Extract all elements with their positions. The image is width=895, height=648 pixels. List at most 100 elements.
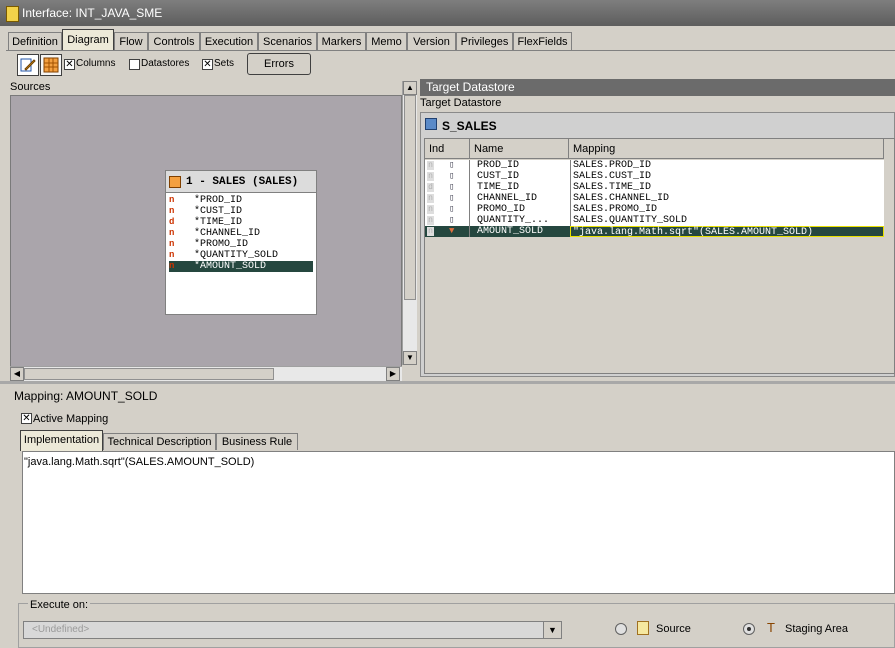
target-column-mapping[interactable]: SALES.CUST_ID bbox=[570, 171, 884, 182]
target-row[interactable]: d ▯ TIME_ID SALES.TIME_ID bbox=[425, 182, 884, 193]
indicator-icon: n bbox=[427, 194, 434, 203]
indicator-icon: n bbox=[427, 161, 434, 170]
target-column-mapping[interactable]: SALES.TIME_ID bbox=[570, 182, 884, 193]
errors-button[interactable]: Errors bbox=[247, 53, 311, 75]
column-name: *QUANTITY_SOLD bbox=[194, 250, 279, 261]
source-column-row[interactable]: n *PROD_ID bbox=[169, 195, 313, 206]
scroll-thumb[interactable] bbox=[404, 95, 416, 300]
tab-scenarios[interactable]: Scenarios bbox=[258, 32, 317, 50]
column-name: *PROMO_ID bbox=[194, 239, 249, 250]
tab-version[interactable]: Version bbox=[407, 32, 456, 50]
indicator-icon: d bbox=[427, 183, 434, 192]
datastores-checkbox[interactable] bbox=[129, 59, 140, 70]
target-row[interactable]: n ▯ QUANTITY_... SALES.QUANTITY_SOLD bbox=[425, 215, 884, 226]
tab-privileges[interactable]: Privileges bbox=[456, 32, 513, 50]
tab-controls[interactable]: Controls bbox=[148, 32, 200, 50]
scroll-down-icon[interactable]: ▼ bbox=[403, 351, 417, 365]
type-flag-icon: n bbox=[169, 228, 175, 238]
tab-diagram[interactable]: Diagram bbox=[62, 29, 114, 51]
tab-divider bbox=[6, 50, 895, 51]
target-subtitle: Target Datastore bbox=[420, 97, 502, 109]
column-name: *TIME_ID bbox=[194, 217, 243, 228]
target-column-mapping[interactable]: SALES.PROMO_ID bbox=[570, 204, 884, 215]
mapping-expression-editor[interactable]: "java.lang.Math.sqrt"(SALES.AMOUNT_SOLD) bbox=[22, 451, 895, 594]
source-column-row[interactable]: n *PROMO_ID bbox=[169, 239, 313, 250]
target-column-name: QUANTITY_... bbox=[477, 215, 550, 226]
indicator-icon: n bbox=[427, 227, 434, 236]
source-label: Source bbox=[656, 623, 691, 635]
column-icon: ▯ bbox=[449, 182, 455, 192]
execute-on-select[interactable]: <Undefined> bbox=[23, 621, 562, 639]
execute-on-label: Execute on: bbox=[28, 599, 91, 611]
column-name: *PROD_ID bbox=[194, 195, 243, 206]
tab-markers[interactable]: Markers bbox=[317, 32, 366, 50]
edit-mapping-icon[interactable] bbox=[17, 54, 39, 76]
column-name: *CHANNEL_ID bbox=[194, 228, 261, 239]
tab-technical-description[interactable]: Technical Description bbox=[103, 433, 216, 450]
scroll-left-icon[interactable]: ◀ bbox=[10, 367, 24, 381]
key-column-icon: ▼ bbox=[449, 226, 455, 236]
indicator-icon: n bbox=[427, 205, 434, 214]
column-icon: ▯ bbox=[449, 215, 455, 225]
column-header-name[interactable]: Name bbox=[470, 139, 569, 159]
source-column-row[interactable]: n *CUST_ID bbox=[169, 206, 313, 217]
mapping-title: Mapping: AMOUNT_SOLD bbox=[14, 389, 158, 403]
type-flag-icon: n bbox=[169, 261, 175, 271]
tab-memo[interactable]: Memo bbox=[366, 32, 407, 50]
target-row[interactable]: n ▯ CHANNEL_ID SALES.CHANNEL_ID bbox=[425, 193, 884, 204]
target-column-mapping[interactable]: SALES.CHANNEL_ID bbox=[570, 193, 884, 204]
columns-checkbox[interactable]: ✕ bbox=[64, 59, 75, 70]
source-icon bbox=[637, 621, 649, 635]
staging-area-icon: T bbox=[767, 620, 775, 635]
type-flag-icon: n bbox=[169, 195, 175, 205]
grid-view-icon[interactable] bbox=[40, 54, 62, 76]
h-scroll-thumb[interactable] bbox=[24, 368, 274, 380]
target-row[interactable]: n ▯ PROD_ID SALES.PROD_ID bbox=[425, 160, 884, 171]
target-column-name: CHANNEL_ID bbox=[477, 193, 538, 204]
type-flag-icon: d bbox=[169, 217, 175, 227]
source-datastore-box[interactable]: 1 - SALES (SALES) n *PROD_ID n *CUST_ID d *… bbox=[165, 170, 317, 315]
tab-flow[interactable]: Flow bbox=[114, 32, 148, 50]
sources-horizontal-scrollbar[interactable]: ◀ ▶ bbox=[10, 366, 402, 381]
sets-checkbox[interactable]: ✕ bbox=[202, 59, 213, 70]
target-column-name: PROMO_ID bbox=[477, 204, 526, 215]
target-column-mapping[interactable]: "java.lang.Math.sqrt"(SALES.AMOUNT_SOLD) bbox=[570, 226, 884, 238]
tab-definition[interactable]: Definition bbox=[8, 32, 62, 50]
target-panel-title: Target Datastore bbox=[420, 79, 895, 96]
target-column-mapping[interactable]: SALES.PROD_ID bbox=[570, 160, 884, 171]
type-flag-icon: n bbox=[169, 239, 175, 249]
source-column-row[interactable]: n *CHANNEL_ID bbox=[169, 228, 313, 239]
split-pane-divider[interactable] bbox=[0, 381, 895, 384]
staging-area-label: Staging Area bbox=[785, 623, 848, 635]
target-mapping-grid[interactable]: Ind Name Mapping n ▯ PROD_ID SALES.PROD_ID … bbox=[424, 138, 895, 374]
column-icon: ▯ bbox=[449, 160, 455, 170]
type-flag-icon: n bbox=[169, 250, 175, 260]
column-icon: ▯ bbox=[449, 204, 455, 214]
target-row-selected[interactable]: n ▼ AMOUNT_SOLD "java.lang.Math.sqrt"(SALES… bbox=[425, 226, 884, 238]
staging-area-radio[interactable] bbox=[743, 623, 755, 635]
tab-flexfields[interactable]: FlexFields bbox=[513, 32, 572, 50]
column-icon: ▯ bbox=[449, 171, 455, 181]
tab-execution[interactable]: Execution bbox=[200, 32, 258, 50]
target-column-mapping[interactable]: SALES.QUANTITY_SOLD bbox=[570, 215, 884, 226]
target-row[interactable]: n ▯ PROMO_ID SALES.PROMO_ID bbox=[425, 204, 884, 215]
tab-business-rule[interactable]: Business Rule bbox=[216, 433, 298, 450]
datastores-label: Datastores bbox=[141, 58, 190, 69]
tab-implementation[interactable]: Implementation bbox=[20, 430, 103, 451]
source-column-row-selected[interactable]: n *AMOUNT_SOLD bbox=[169, 261, 313, 272]
target-row[interactable]: n ▯ CUST_ID SALES.CUST_ID bbox=[425, 171, 884, 182]
source-column-row[interactable]: d *TIME_ID bbox=[169, 217, 313, 228]
sources-vertical-scrollbar[interactable]: ▲ ▼ bbox=[402, 81, 417, 365]
active-mapping-checkbox[interactable]: ✕ bbox=[21, 413, 32, 424]
scroll-right-icon[interactable]: ▶ bbox=[386, 367, 400, 381]
column-header-ind[interactable]: Ind bbox=[425, 139, 470, 159]
indicator-icon: n bbox=[427, 172, 434, 181]
column-icon: ▯ bbox=[449, 193, 455, 203]
scroll-up-icon[interactable]: ▲ bbox=[403, 81, 417, 95]
source-radio[interactable] bbox=[615, 623, 627, 635]
target-datastore-name: S_SALES bbox=[442, 119, 497, 133]
chevron-down-icon[interactable]: ▼ bbox=[543, 622, 561, 638]
column-header-mapping[interactable]: Mapping bbox=[569, 139, 884, 159]
source-column-row[interactable]: n *QUANTITY_SOLD bbox=[169, 250, 313, 261]
target-column-name: TIME_ID bbox=[477, 182, 520, 193]
